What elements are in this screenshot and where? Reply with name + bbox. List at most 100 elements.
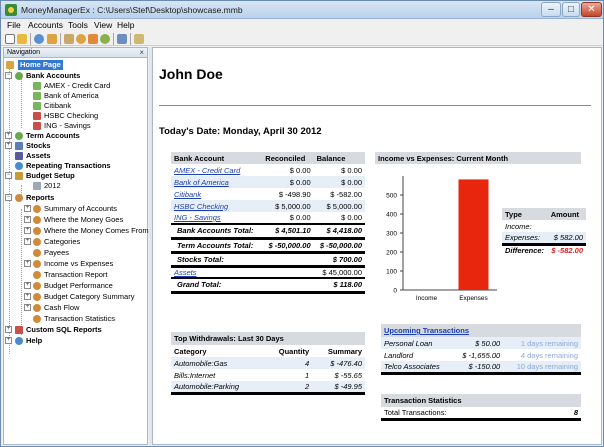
expand-toggle[interactable]: + [5, 142, 12, 149]
app-icon [5, 4, 17, 16]
balance-cell: $ -582.00 [330, 189, 362, 199]
close-button[interactable]: ✕ [581, 2, 602, 17]
expand-toggle[interactable]: + [24, 282, 31, 289]
undo-icon[interactable] [34, 34, 44, 44]
collapse-toggle[interactable]: − [5, 172, 12, 179]
nav-item-label: Assets [26, 151, 51, 160]
menu-tools[interactable]: Tools [68, 20, 88, 30]
report-icon [33, 271, 41, 279]
report-icon[interactable] [134, 34, 144, 44]
table-row: Bills:Internet 1 $ -55.65 [171, 369, 365, 381]
table-row: Citibank $ -498.90 $ -582.00 [171, 188, 365, 200]
column-header: Category [174, 346, 207, 356]
nav-item-label: Citibank [44, 101, 72, 110]
table-row: Bank of America $ 0.00 $ 0.00 [171, 176, 365, 188]
window-title: MoneyManagerEx : C:\Users\Stef\Desktop\s… [21, 5, 243, 15]
collapse-toggle[interactable]: − [5, 194, 12, 201]
upcoming-title-link[interactable]: Upcoming Transactions [384, 326, 469, 335]
expand-toggle[interactable]: + [24, 260, 31, 267]
user-name: John Doe [159, 66, 223, 82]
balance-cell: $ 5,000.00 [326, 201, 362, 211]
total-label: Stocks Total: [171, 251, 263, 268]
balance-cell: $ 0.00 [341, 165, 362, 175]
stats-panel: Transaction Statistics Total Transaction… [381, 394, 581, 421]
navigation-close-icon[interactable]: × [139, 48, 144, 57]
open-folder-icon[interactable] [17, 34, 27, 44]
nav-item-label: Stocks [26, 141, 51, 150]
nav-item-label: Budget Category Summary [44, 292, 135, 301]
transfer-icon[interactable] [117, 34, 127, 44]
assets-icon[interactable] [88, 34, 98, 44]
home-icon[interactable] [47, 34, 57, 44]
table-row: HSBC Checking $ 5,000.00 $ 5,000.00 [171, 200, 365, 212]
toolbar-separator [30, 33, 31, 45]
expand-toggle[interactable]: + [24, 304, 31, 311]
amount-cell: $ -1,655.00 [462, 350, 501, 360]
report-icon [33, 227, 41, 235]
column-header: Summary [327, 346, 362, 356]
column-header: Balance [313, 152, 365, 164]
collapse-toggle[interactable]: − [5, 72, 12, 79]
remaining-cell: 4 days remaining [520, 350, 578, 360]
assets-link[interactable]: Assets [171, 266, 262, 278]
menu-file[interactable]: File [7, 20, 21, 30]
account-link[interactable]: Bank of America [171, 176, 262, 188]
new-file-icon[interactable] [5, 34, 15, 44]
nav-item-label: HSBC Checking [44, 111, 99, 120]
quantity-cell: 1 [305, 370, 310, 380]
amount-cell: $ 50.00 [475, 338, 501, 348]
remaining-cell: 10 days remaining [503, 361, 581, 375]
users-icon[interactable] [76, 34, 86, 44]
nav-item-label: Home Page [18, 60, 63, 70]
account-link[interactable]: Citibank [171, 188, 262, 200]
expand-toggle[interactable]: + [5, 326, 12, 333]
table-row: ING - Savings $ 0.00 $ 0.00 [171, 212, 365, 224]
summary-cell: $ -49.95 [312, 381, 365, 395]
menu-accounts[interactable]: Accounts [28, 20, 63, 30]
nav-item-label: Cash Flow [44, 303, 80, 312]
expand-toggle[interactable]: + [5, 337, 12, 344]
category-cell: Bills:Internet [174, 370, 216, 380]
expand-toggle[interactable]: + [24, 216, 31, 223]
total-reconciled: $ -50,000.00 [262, 237, 314, 254]
expand-toggle[interactable]: + [24, 205, 31, 212]
navigation-header: Navigation × [4, 48, 147, 58]
expand-toggle[interactable]: + [24, 293, 31, 300]
home-icon [6, 61, 14, 69]
menu-help[interactable]: Help [117, 20, 134, 30]
term-total-row: Term Accounts Total: $ -50,000.00 $ -50,… [171, 237, 365, 254]
total-label: Bank Accounts Total: [171, 223, 263, 240]
nav-item-label: 2012 [44, 181, 61, 190]
expand-toggle[interactable]: + [24, 227, 31, 234]
quantity-cell: 2 [264, 381, 313, 395]
reconciled-cell: $ 0.00 [289, 177, 311, 187]
currency-icon[interactable] [100, 34, 110, 44]
nav-item-label: Term Accounts [26, 131, 80, 140]
assets-icon [15, 152, 23, 160]
table-header: Type Amount [502, 208, 586, 220]
minimize-button[interactable]: ‒ [541, 2, 561, 17]
edit-icon[interactable] [64, 34, 74, 44]
expenses-row: Expenses: $ 582.00 [502, 232, 586, 246]
payee-cell: Landlord [384, 350, 414, 360]
expand-toggle[interactable]: + [24, 238, 31, 245]
account-link[interactable]: AMEX - Credit Card [171, 164, 262, 176]
assets-row: Assets $ 45,000.00 [171, 266, 365, 278]
x-tick-label: Income [416, 295, 438, 302]
nav-item-label: Bank Accounts [26, 71, 81, 80]
nav-item-label: Where the Money Goes [44, 215, 124, 224]
stocks-icon [15, 142, 23, 150]
difference-value: $ -582.00 [551, 246, 583, 256]
bar-expenses [458, 179, 489, 290]
y-tick-label: 200 [386, 250, 397, 257]
table-row: Automobile:Gas 4 $ -476.40 [171, 357, 365, 369]
summary-cell: $ -476.40 [330, 358, 362, 368]
maximize-button[interactable]: □ [562, 2, 580, 17]
expand-toggle[interactable]: + [5, 132, 12, 139]
menu-view[interactable]: View [94, 20, 112, 30]
category-cell: Automobile:Gas [174, 358, 228, 368]
table-row: Total Transactions: 8 [381, 407, 581, 421]
toolbar-separator [113, 33, 114, 45]
account-link[interactable]: ING - Savings [171, 212, 262, 224]
account-link[interactable]: HSBC Checking [171, 200, 262, 212]
